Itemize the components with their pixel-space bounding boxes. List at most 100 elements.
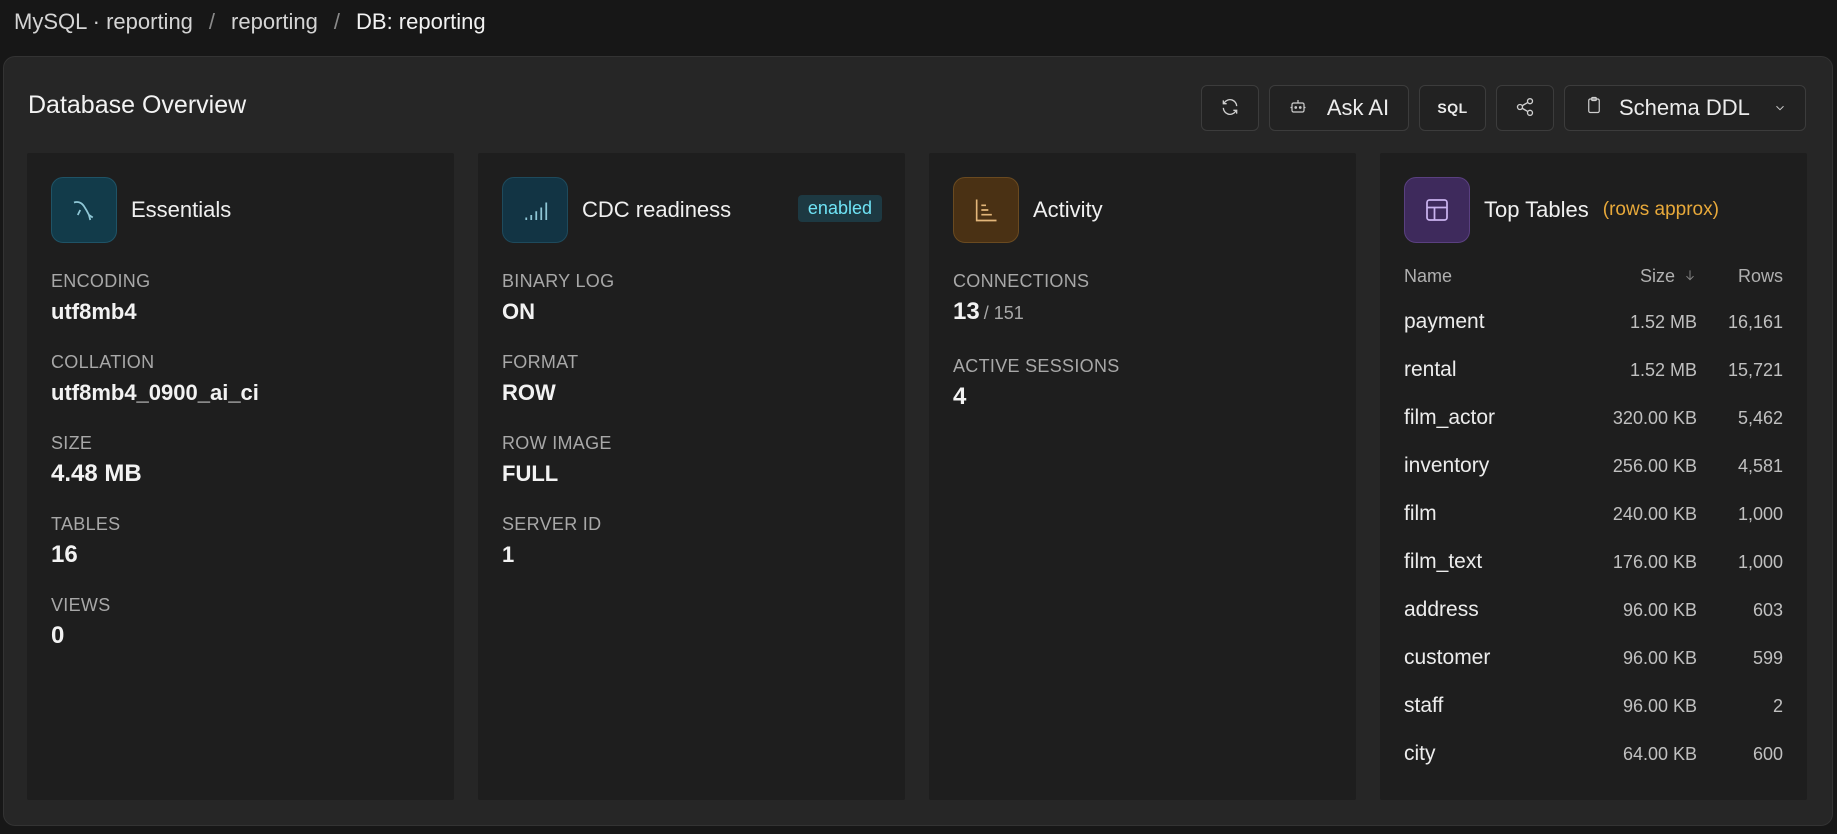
table-row[interactable]: film_actor 320.00 KB 5,462 bbox=[1404, 394, 1783, 442]
connections-label: CONNECTIONS bbox=[953, 271, 1090, 291]
table-size-cell: 240.00 KB bbox=[1612, 503, 1697, 524]
table-name-cell: rental bbox=[1404, 358, 1457, 381]
row-image-label: ROW IMAGE bbox=[502, 433, 612, 453]
size-label: SIZE bbox=[51, 433, 93, 453]
schema-ddl-dropdown[interactable]: Schema DDL bbox=[1564, 85, 1806, 131]
table-size-cell: 96.00 KB bbox=[1622, 647, 1697, 668]
breadcrumb-separator: / bbox=[333, 9, 341, 34]
mysql-dolphin-icon bbox=[51, 177, 117, 243]
table-size-cell: 176.00 KB bbox=[1612, 551, 1697, 572]
server-id-label: SERVER ID bbox=[502, 514, 602, 534]
refresh-icon bbox=[1220, 97, 1240, 120]
row-image-value: FULL bbox=[502, 461, 559, 486]
essentials-card: Essentials ENCODING utf8mb4 COLLATION ut… bbox=[27, 153, 454, 800]
table-size-cell: 1.52 MB bbox=[1629, 359, 1697, 380]
signal-bars-icon bbox=[502, 177, 568, 243]
table-rows-cell: 600 bbox=[1752, 743, 1783, 764]
ask-ai-label: Ask AI bbox=[1326, 95, 1390, 120]
binary-log-label: BINARY LOG bbox=[502, 271, 615, 291]
table-body: payment 1.52 MB 16,161 rental 1.52 MB 15,721 f… bbox=[1404, 298, 1783, 778]
table-rows-cell: 16,161 bbox=[1727, 311, 1783, 332]
table-name-cell: film bbox=[1404, 502, 1437, 525]
table-size-cell: 1.52 MB bbox=[1629, 311, 1697, 332]
table-size-cell: 64.00 KB bbox=[1622, 743, 1697, 764]
table-row[interactable]: film 240.00 KB 1,000 bbox=[1404, 490, 1783, 538]
column-header-size-label: Size bbox=[1639, 265, 1675, 286]
card-header: Activity bbox=[953, 177, 1103, 243]
table-name-cell: address bbox=[1404, 598, 1479, 621]
table-name-cell: film_actor bbox=[1404, 406, 1496, 429]
active-sessions-value: 4 bbox=[953, 383, 967, 410]
table-rows-cell: 4,581 bbox=[1737, 455, 1783, 476]
encoding-label: ENCODING bbox=[51, 271, 151, 291]
connections-max: / 151 bbox=[983, 303, 1024, 323]
connections-value: 13/ 151 bbox=[953, 297, 1120, 327]
breadcrumb-item-connection[interactable]: MySQL · reporting bbox=[14, 9, 193, 35]
table-row[interactable]: rental 1.52 MB 15,721 bbox=[1404, 346, 1783, 394]
top-tables-table: Name Size Rows payment 1.52 MB 16,161 renta… bbox=[1404, 263, 1783, 778]
active-sessions-label: ACTIVE SESSIONS bbox=[953, 356, 1120, 376]
table-row[interactable]: staff 96.00 KB 2 bbox=[1404, 682, 1783, 730]
breadcrumb: MySQL · reporting / reporting / DB: repo… bbox=[14, 8, 486, 36]
table-rows-cell: 15,721 bbox=[1727, 359, 1783, 380]
database-overview-panel: Database Overview Ask AI SQL Schema DDL bbox=[3, 56, 1833, 826]
table-header: Name Size Rows bbox=[1404, 263, 1783, 289]
schema-ddl-label: Schema DDL bbox=[1619, 95, 1750, 120]
column-header-name[interactable]: Name bbox=[1404, 266, 1557, 287]
table-name-cell: customer bbox=[1404, 646, 1491, 669]
toolbar: Ask AI SQL Schema DDL bbox=[1201, 85, 1806, 131]
sql-label: SQL bbox=[1437, 100, 1468, 116]
tables-value: 16 bbox=[51, 541, 78, 568]
table-row[interactable]: film_text 176.00 KB 1,000 bbox=[1404, 538, 1783, 586]
table-rows-cell: 1,000 bbox=[1737, 503, 1783, 524]
top-tables-card: Top Tables (rows approx) Name Size Rows … bbox=[1380, 153, 1807, 800]
format-value: ROW bbox=[502, 380, 556, 405]
card-title: Activity bbox=[1033, 197, 1103, 222]
table-row[interactable]: customer 96.00 KB 599 bbox=[1404, 634, 1783, 682]
column-header-size[interactable]: Size bbox=[1557, 266, 1697, 287]
table-row[interactable]: payment 1.52 MB 16,161 bbox=[1404, 298, 1783, 346]
table-name-cell: staff bbox=[1404, 694, 1444, 717]
views-value: 0 bbox=[51, 622, 65, 649]
cdc-readiness-card: CDC readiness enabled BINARY LOG ON FORM… bbox=[478, 153, 905, 800]
table-size-cell: 256.00 KB bbox=[1612, 455, 1697, 476]
card-header: CDC readiness bbox=[502, 177, 731, 243]
card-subtitle: (rows approx) bbox=[1602, 199, 1719, 220]
table-row[interactable]: address 96.00 KB 603 bbox=[1404, 586, 1783, 634]
table-name-cell: payment bbox=[1404, 310, 1485, 333]
ask-ai-button[interactable]: Ask AI bbox=[1269, 85, 1409, 131]
refresh-button[interactable] bbox=[1201, 85, 1259, 131]
breadcrumb-item-schema[interactable]: reporting bbox=[231, 9, 318, 35]
table-size-cell: 320.00 KB bbox=[1612, 407, 1697, 428]
chart-icon bbox=[953, 177, 1019, 243]
tables-label: TABLES bbox=[51, 514, 121, 534]
card-title: Top Tables bbox=[1484, 197, 1589, 222]
encoding-value: utf8mb4 bbox=[51, 299, 137, 324]
table-row[interactable]: inventory 256.00 KB 4,581 bbox=[1404, 442, 1783, 490]
format-label: FORMAT bbox=[502, 352, 579, 372]
table-rows-cell: 603 bbox=[1752, 599, 1783, 620]
card-header: Top Tables (rows approx) bbox=[1404, 177, 1719, 243]
connections-count: 13 bbox=[953, 298, 980, 325]
page-title: Database Overview bbox=[28, 91, 247, 119]
share-button[interactable] bbox=[1496, 85, 1554, 131]
table-rows-cell: 1,000 bbox=[1737, 551, 1783, 572]
table-rows-cell: 5,462 bbox=[1737, 407, 1783, 428]
server-id-value: 1 bbox=[502, 542, 515, 567]
column-header-rows[interactable]: Rows bbox=[1697, 266, 1783, 287]
bot-icon bbox=[1289, 95, 1307, 121]
table-row[interactable]: city 64.00 KB 600 bbox=[1404, 730, 1783, 778]
table-rows-cell: 2 bbox=[1772, 695, 1783, 716]
collation-label: COLLATION bbox=[51, 352, 155, 372]
table-rows-cell: 599 bbox=[1752, 647, 1783, 668]
chevron-down-icon bbox=[1773, 95, 1787, 121]
table-size-cell: 96.00 KB bbox=[1622, 695, 1697, 716]
binary-log-value: ON bbox=[502, 299, 535, 324]
card-title: Essentials bbox=[131, 197, 232, 222]
status-badge: enabled bbox=[797, 195, 882, 222]
table-icon bbox=[1404, 177, 1470, 243]
table-name-cell: inventory bbox=[1404, 454, 1490, 477]
table-name-cell: city bbox=[1404, 742, 1436, 765]
views-label: VIEWS bbox=[51, 595, 111, 615]
sql-button[interactable]: SQL bbox=[1419, 85, 1486, 131]
